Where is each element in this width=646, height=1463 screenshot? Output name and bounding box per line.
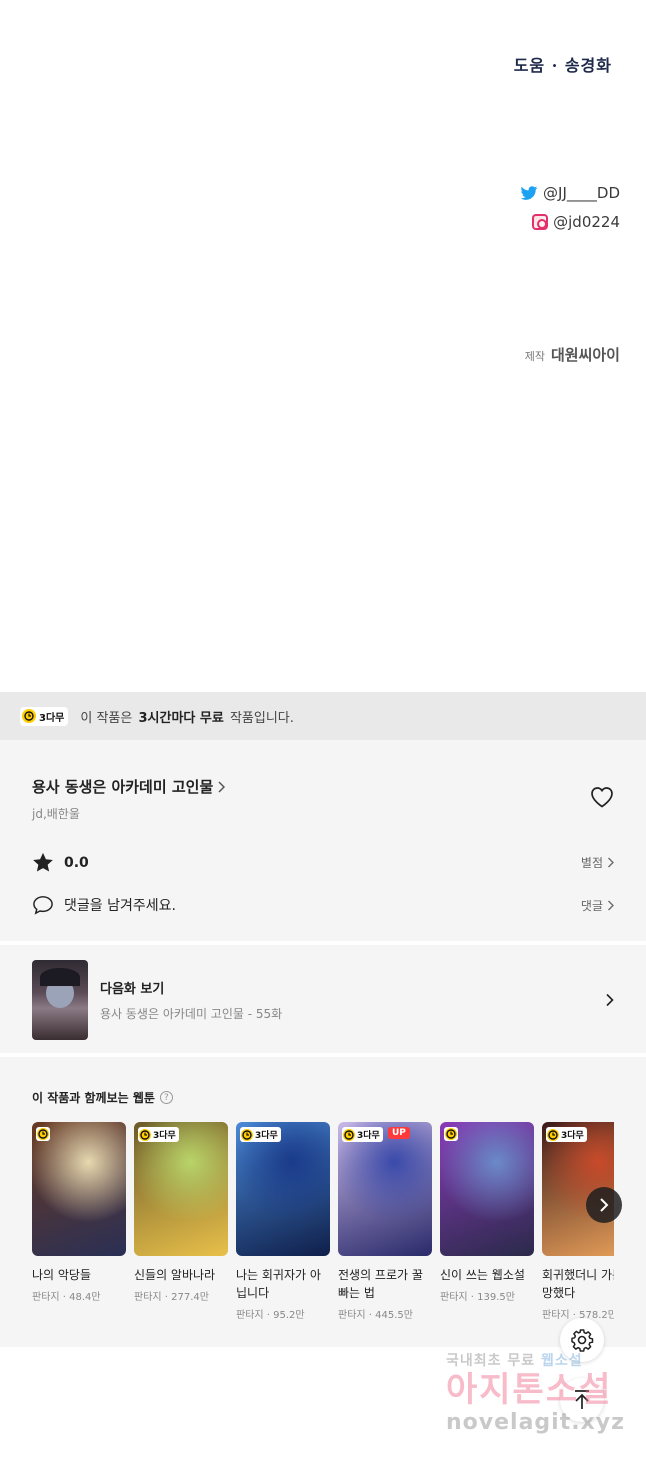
chevron-right-icon — [608, 857, 614, 868]
next-episode-subtitle: 용사 동생은 아카데미 고인물 - 55화 — [100, 1007, 283, 1021]
maker-name: 대원씨아이 — [550, 346, 620, 364]
episode-credits: 도움 · 송경화 @JJ____DD @jd0224 제작 대원씨아이 — [0, 0, 646, 692]
clock-icon — [37, 1128, 49, 1140]
clock-icon — [445, 1128, 457, 1140]
clock-icon — [22, 709, 36, 723]
work-author: jd,배한울 — [32, 807, 80, 821]
wait-free-badge-text: 3다무 — [153, 1131, 176, 1141]
clock-icon — [139, 1128, 151, 1141]
wait-free-badge-text: 3다무 — [357, 1131, 380, 1141]
assist-credit: 도움 · 송경화 — [513, 56, 612, 75]
recommend-meta: 판타지 · 445.5만 — [338, 1310, 413, 1321]
wait-free-badge: 3다무 — [342, 1127, 383, 1142]
section-divider — [0, 1053, 646, 1057]
wait-free-badge — [36, 1127, 50, 1141]
rating-value: 0.0 — [64, 854, 89, 871]
section-divider — [0, 941, 646, 945]
chevron-right-icon — [600, 1198, 609, 1212]
instagram-handle-text: @jd0224 — [553, 213, 620, 231]
recommend-item[interactable]: 3다무신들의 알바나라판타지 · 277.4만 — [134, 1122, 228, 1303]
rating-link-label: 별점 — [580, 856, 603, 870]
free-notice-text-bold: 3시간마다 무료 — [138, 710, 224, 726]
help-icon[interactable]: ? — [159, 1091, 173, 1104]
recommend-heading: 이 작품과 함께보는 웹툰 ? — [32, 1089, 173, 1106]
work-title-link[interactable]: 용사 동생은 아카데미 고인물 — [32, 776, 226, 797]
wait-free-badge: 3다무 — [20, 706, 69, 726]
chevron-right-icon — [608, 900, 614, 910]
work-title-block: 용사 동생은 아카데미 고인물 jd,배한울 — [32, 776, 226, 822]
free-notice-bar: 3다무 이 작품은 3시간마다 무료 작품입니다. — [0, 692, 646, 740]
twitter-handle[interactable]: @JJ____DD — [520, 184, 620, 202]
clock-icon — [547, 1128, 559, 1141]
chevron-right-icon — [606, 993, 614, 1007]
rating-link[interactable]: 별점 — [581, 854, 614, 871]
recommend-title: 회귀했더니 가문이 망했다 — [542, 1268, 614, 1300]
twitter-handle-text: @JJ____DD — [543, 184, 620, 202]
recommend-title: 신들의 알바나라 — [134, 1268, 216, 1282]
recommend-heading-text: 이 작품과 함께보는 웹툰 — [32, 1091, 155, 1105]
next-episode-thumbnail — [32, 960, 88, 1040]
free-notice-text-before: 이 작품은 — [80, 710, 133, 726]
watermark-line-1a: 국내최초 무료 — [446, 1353, 536, 1369]
recommend-cover-image — [440, 1122, 534, 1256]
recommend-meta: 판타지 · 48.4만 — [32, 1292, 101, 1303]
comment-link[interactable]: 댓글 — [581, 897, 614, 914]
instagram-handle[interactable]: @jd0224 — [532, 213, 620, 231]
recommend-meta: 판타지 · 139.5만 — [440, 1292, 515, 1303]
twitter-icon — [520, 185, 538, 200]
update-badge: UP — [388, 1127, 410, 1139]
clock-icon — [241, 1128, 253, 1141]
production-credit: 제작 대원씨아이 — [525, 344, 620, 365]
recommend-item[interactable]: 신이 쓰는 웹소설판타지 · 139.5만 — [440, 1122, 534, 1303]
wait-free-badge: 3다무 — [240, 1127, 281, 1142]
work-info-panel: 3다무 이 작품은 3시간마다 무료 작품입니다. 용사 동생은 아카데미 고인… — [0, 692, 646, 1347]
comment-prompt: 댓글을 남겨주세요. — [64, 898, 176, 914]
instagram-icon — [532, 214, 549, 230]
star-icon — [33, 852, 53, 872]
maker-label: 제작 — [524, 350, 545, 363]
recommend-title: 신이 쓰는 웹소설 — [440, 1268, 525, 1282]
carousel-next-button[interactable] — [586, 1187, 622, 1223]
recommend-meta: 판타지 · 95.2만 — [236, 1310, 305, 1321]
recommend-title: 전생의 프로가 꿀빠는 법 — [338, 1268, 423, 1300]
gear-icon — [571, 1329, 594, 1352]
rating-row: 0.0 별점 — [32, 852, 614, 873]
recommend-item[interactable]: 3다무 UP 전생의 프로가 꿀빠는 법판타지 · 445.5만 — [338, 1122, 432, 1321]
wait-free-badge — [444, 1127, 458, 1141]
wait-free-badge-text: 3다무 — [39, 712, 65, 724]
chevron-right-icon — [218, 780, 226, 793]
recommend-title: 나의 악당들 — [32, 1268, 92, 1282]
recommend-title: 나는 회귀자가 아닙니다 — [236, 1268, 321, 1300]
wait-free-badge: 3다무 — [138, 1127, 179, 1142]
free-notice-text-after: 작품입니다. — [229, 710, 294, 726]
watermark-line-1b: 웹소설 — [541, 1353, 583, 1369]
recommend-meta: 판타지 · 277.4만 — [134, 1292, 209, 1303]
recommend-item[interactable]: 나의 악당들판타지 · 48.4만 — [32, 1122, 126, 1303]
next-episode-label: 다음화 보기 — [100, 982, 165, 997]
recommend-item[interactable]: 3다무나는 회귀자가 아닙니다판타지 · 95.2만 — [236, 1122, 330, 1321]
comment-link-label: 댓글 — [580, 898, 603, 913]
next-episode-text: 다음화 보기 용사 동생은 아카데미 고인물 - 55화 — [100, 978, 282, 1022]
next-episode-card[interactable]: 다음화 보기 용사 동생은 아카데미 고인물 - 55화 — [32, 960, 614, 1040]
wait-free-badge-text: 3다무 — [561, 1131, 584, 1141]
recommend-cover-image: 3다무 — [134, 1122, 228, 1256]
comment-row[interactable]: 댓글을 남겨주세요. 댓글 — [32, 895, 614, 915]
wait-free-badge: 3다무 — [546, 1127, 587, 1142]
favorite-heart-icon[interactable] — [590, 786, 614, 808]
watermark-line-1: 국내최초 무료 웹소설 — [446, 1350, 636, 1370]
clock-icon — [343, 1128, 355, 1141]
recommend-carousel: 나의 악당들 판타지 · 48.4만 3다무 신들의 알바나라 판타지 · 277.4만… — [32, 1122, 614, 1322]
watermark-line-3: novelagit.xyz — [446, 1410, 625, 1435]
site-watermark: 국내최초 무료 웹소설 아지톤소설 novelagit.xyz — [446, 1350, 636, 1435]
recommend-cover-image: 3다무 UP — [338, 1122, 432, 1256]
watermark-line-2: 아지톤소설 — [446, 1370, 613, 1410]
recommend-cover-image — [32, 1122, 126, 1256]
wait-free-badge-text: 3다무 — [255, 1131, 278, 1141]
work-title: 용사 동생은 아카데미 고인물 — [32, 778, 214, 796]
speech-bubble-icon — [33, 896, 53, 915]
recommend-cover-image: 3다무 — [236, 1122, 330, 1256]
